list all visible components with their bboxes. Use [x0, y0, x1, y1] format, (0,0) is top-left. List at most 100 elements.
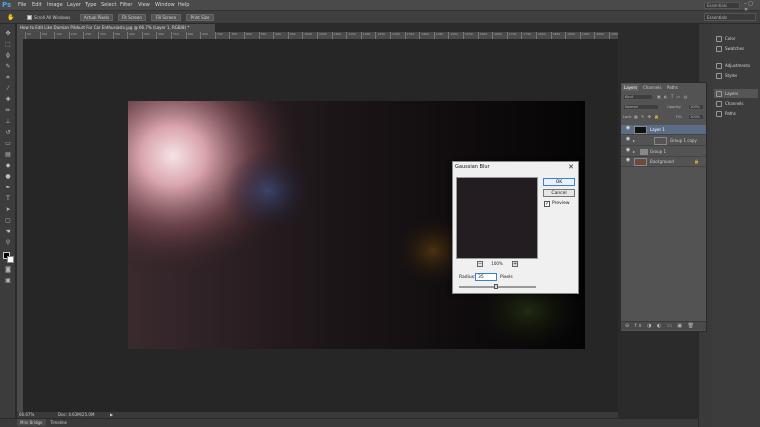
scroll-all-windows-checkbox[interactable]	[27, 15, 32, 20]
stamp-tool-icon[interactable]: ⊥	[3, 118, 13, 126]
brush-tool-icon[interactable]: ✏	[3, 107, 13, 115]
blur-preview[interactable]	[456, 177, 538, 259]
tab-paths[interactable]: Paths	[665, 84, 680, 91]
ruler-tick: 1800	[536, 32, 546, 39]
shape-tool-icon[interactable]: ▢	[3, 217, 13, 225]
ruler-tick: 550	[171, 32, 179, 39]
tab-mini-bridge[interactable]: Mini Bridge	[17, 419, 46, 426]
layer-name[interactable]: Group 1	[650, 147, 666, 157]
eyedropper-tool-icon[interactable]: ⁄	[3, 85, 13, 93]
color-icon	[716, 36, 722, 42]
panel-dock	[712, 24, 760, 427]
menu-image[interactable]: Image	[47, 0, 63, 11]
visibility-eye-icon[interactable]: ◉	[625, 136, 631, 146]
type-tool-icon[interactable]: T	[3, 195, 13, 203]
layer-name[interactable]: Background	[650, 157, 674, 167]
dock-styles[interactable]: Styles	[714, 71, 758, 80]
ruler-tick: 1450	[433, 32, 443, 39]
ruler-tick: 400	[127, 32, 135, 39]
eraser-tool-icon[interactable]: ▭	[3, 140, 13, 148]
ruler-tick: 950	[287, 32, 296, 39]
tab-channels[interactable]: Channels	[641, 84, 664, 91]
actual-pixels-button[interactable]: Actual Pixels	[80, 14, 113, 21]
gradient-tool-icon[interactable]: ▤	[3, 151, 13, 159]
blur-tool-icon[interactable]: ◆	[3, 162, 13, 170]
lock-icons[interactable]: ▦ ✎ ✥ 🔒	[634, 114, 660, 120]
menu-select[interactable]: Select	[101, 0, 116, 11]
tab-layers[interactable]: Layers	[622, 84, 640, 91]
ruler-tick: 1250	[375, 32, 385, 39]
zoom-in-button[interactable]: +	[512, 261, 518, 267]
print-size-button[interactable]: Print Size	[186, 14, 214, 21]
workspace-select[interactable]: Essentials	[704, 13, 756, 21]
menu-view[interactable]: View	[138, 0, 150, 11]
quick-mask-icon[interactable]: ◙	[3, 266, 13, 274]
dodge-tool-icon[interactable]: ●	[3, 173, 13, 181]
fit-screen-button[interactable]: Fit Screen	[118, 14, 146, 21]
screen-mode-icon[interactable]: ▣	[3, 277, 13, 285]
ruler-tick: 650	[200, 32, 208, 39]
opacity-input[interactable]: 100%	[688, 104, 704, 110]
healing-tool-icon[interactable]: ✚	[3, 96, 13, 104]
layers-footer-icons[interactable]: ⊖ fx ◑ ◐ ▭ ▣ 🗑	[621, 321, 706, 330]
menu-type[interactable]: Type	[85, 0, 96, 11]
crop-tool-icon[interactable]: ⌗	[3, 74, 13, 82]
layer-thumbnail	[634, 158, 647, 166]
bottom-panel-bar	[0, 418, 760, 427]
path-select-tool-icon[interactable]: ➤	[3, 206, 13, 214]
layer-kind-filter[interactable]: Kind	[623, 94, 653, 100]
radius-input[interactable]: 35	[475, 273, 497, 281]
menu-help[interactable]: Help	[178, 0, 189, 11]
dock-layers[interactable]: Layers	[714, 89, 758, 98]
dock-adjustments[interactable]: Adjustments	[714, 61, 758, 70]
menu-filter[interactable]: Filter	[120, 0, 132, 11]
visibility-eye-icon[interactable]: ◉	[625, 157, 631, 167]
hand-tool-icon: ✋	[7, 14, 15, 21]
history-brush-tool-icon[interactable]: ↺	[3, 129, 13, 137]
menu-window[interactable]: Window	[155, 0, 175, 11]
cancel-button[interactable]: Cancel	[543, 189, 575, 197]
visibility-eye-icon[interactable]: ◉	[625, 147, 631, 157]
layer-name[interactable]: Layer 1	[650, 125, 665, 135]
menu-layer[interactable]: Layer	[67, 0, 81, 11]
menu-file[interactable]: File	[18, 0, 26, 11]
quick-select-tool-icon[interactable]: ✎	[3, 63, 13, 71]
dock-layers-label: Layers	[725, 91, 739, 96]
layer-name[interactable]: Group 1 copy	[670, 136, 697, 146]
hand-tool-icon[interactable]: ☚	[3, 228, 13, 236]
lock-label: Lock:	[623, 115, 633, 119]
zoom-tool-icon[interactable]: ⚲	[3, 239, 13, 247]
ruler-tick: 100	[39, 32, 47, 39]
dock-paths[interactable]: Paths	[714, 109, 758, 118]
marquee-tool-icon[interactable]: ⬚	[3, 41, 13, 49]
document-tab[interactable]: How to Edit Like Damian Pilskurt For Car…	[17, 24, 215, 32]
dock-color[interactable]: Color	[714, 34, 758, 43]
ok-button[interactable]: OK	[543, 178, 575, 186]
move-tool-icon[interactable]: ✥	[3, 30, 13, 38]
filter-icons[interactable]: ▣ ◐ T ▭ ▤	[657, 94, 703, 100]
zoom-out-button[interactable]: −	[477, 261, 483, 267]
radius-slider-thumb[interactable]	[494, 284, 498, 289]
workspace-search[interactable]: Essentials	[704, 2, 740, 9]
ruler-tick: 700	[214, 32, 223, 39]
blend-mode-select[interactable]: Normal	[623, 104, 659, 110]
window-controls[interactable]: – ▢ ✕	[744, 1, 758, 13]
dock-channels[interactable]: Channels	[714, 99, 758, 108]
group-arrow-icon[interactable]: ▸	[633, 147, 635, 157]
group-arrow-icon[interactable]: ▸	[633, 136, 635, 146]
tab-timeline[interactable]: Timeline	[47, 419, 70, 426]
dock-color-label: Color	[725, 36, 736, 41]
ruler-tick: 1100	[331, 32, 341, 39]
dock-swatches[interactable]: Swatches	[714, 44, 758, 53]
visibility-eye-icon[interactable]: ◉	[625, 125, 631, 135]
fill-screen-button[interactable]: Fill Screen	[151, 14, 181, 21]
pen-tool-icon[interactable]: ✒	[3, 184, 13, 192]
ruler-tick: 1700	[506, 32, 516, 39]
menu-edit[interactable]: Edit	[32, 0, 42, 11]
preview-checkbox[interactable]: ✓	[544, 201, 550, 207]
close-icon[interactable]: ✕	[566, 162, 576, 172]
fill-input[interactable]: 100%	[688, 114, 704, 120]
ruler-tick: 2050	[609, 32, 618, 39]
background-color-swatch[interactable]	[7, 256, 14, 263]
lasso-tool-icon[interactable]: ϕ	[3, 52, 13, 60]
